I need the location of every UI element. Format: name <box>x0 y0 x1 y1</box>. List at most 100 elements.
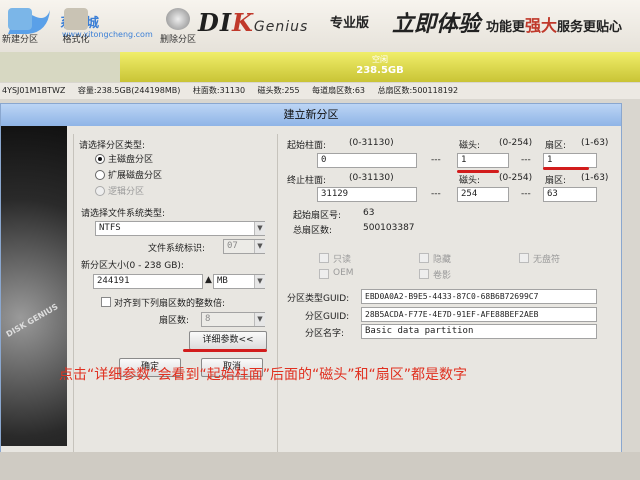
radio-extended[interactable] <box>95 170 105 180</box>
dash-separator: --- <box>521 189 531 199</box>
start-cylinder-range: (0-31130) <box>349 138 394 148</box>
total-sectors-label: 总扇区数: <box>293 226 333 236</box>
disk-info-bar: 4YSJ01M1BTWZ 容量:238.5GB(244198MB) 柱面数:31… <box>0 83 640 99</box>
delete-partition-button[interactable]: 删除分区 <box>160 8 196 45</box>
free-space-size: 238.5GB <box>356 65 404 76</box>
fs-type-value: NTFS <box>99 223 121 233</box>
oem-checkbox[interactable] <box>319 269 329 279</box>
sector-count-label: 扇区数: <box>159 316 190 326</box>
radio-logical[interactable] <box>95 186 105 196</box>
fs-id-value: 07 <box>227 241 238 251</box>
start-lba-value: 63 <box>363 208 375 218</box>
end-head-value: 254 <box>461 189 478 199</box>
part-name-field[interactable]: Basic data partition <box>361 324 597 339</box>
type-guid-label: 分区类型GUID: <box>287 294 350 304</box>
radio-logical-label: 逻辑分区 <box>108 187 145 197</box>
sector-count-value: 8 <box>205 314 211 324</box>
slogan: 立即体验 <box>392 11 481 37</box>
format-icon <box>64 8 88 30</box>
dash-separator: --- <box>431 189 441 199</box>
free-space-block[interactable]: 空闲 238.5GB <box>120 52 640 82</box>
disk-total-sectors: 总扇区数:500118192 <box>377 86 459 95</box>
end-cylinder-value: 31129 <box>321 189 349 199</box>
shadow-copy-checkbox[interactable] <box>419 269 429 279</box>
disk-heads: 磁头数:255 <box>257 86 300 95</box>
red-underline-mark <box>543 167 589 170</box>
divider <box>73 134 74 454</box>
chevron-down-icon: ▼ <box>254 240 265 253</box>
disk-capacity: 容量:238.5GB(244198MB) <box>77 86 181 95</box>
radio-primary-label: 主磁盘分区 <box>108 155 154 165</box>
chevron-down-icon: ▼ <box>254 313 265 326</box>
size-input[interactable]: 244191 <box>93 274 203 289</box>
align-label: 对齐到下列扇区数的整数倍: <box>114 299 226 309</box>
new-partition-dialog: 建立新分区 DISK GENIUS 请选择分区类型: 主磁盘分区 扩展磁盘分区 … <box>0 103 622 477</box>
sector-label: 扇区: <box>545 176 567 186</box>
app-toolbar: 系统城 www.xitongcheng.com 新建分区 格式化 删除分区 DI… <box>0 0 640 53</box>
dash-separator: --- <box>431 155 441 165</box>
sector-range: (1-63) <box>581 173 609 183</box>
start-head-input[interactable]: 1 <box>457 153 509 168</box>
hard-disk-image: DISK GENIUS <box>1 126 67 446</box>
chevron-down-icon: ▼ <box>254 275 265 288</box>
start-sector-value: 1 <box>547 155 553 165</box>
end-cylinder-range: (0-31130) <box>349 173 394 183</box>
dash-separator: --- <box>521 155 531 165</box>
no-drive-letter-label: 无盘符 <box>533 255 561 265</box>
hidden-label: 隐藏 <box>433 255 452 265</box>
head-range: (0-254) <box>499 173 533 183</box>
start-cylinder-label: 起始柱面: <box>287 141 327 151</box>
radio-extended-label: 扩展磁盘分区 <box>108 171 163 181</box>
disk-cylinders: 柱面数:31130 <box>192 86 246 95</box>
sector-range: (1-63) <box>581 138 609 148</box>
oem-label: OEM <box>333 268 354 278</box>
start-lba-label: 起始扇区号: <box>293 211 342 221</box>
delete-partition-icon <box>166 8 190 30</box>
part-name-label: 分区名字: <box>305 329 345 339</box>
part-guid-value: 28B5ACDA-F77E-4E7D-91EF-AFE88BEF2AEB <box>365 310 539 319</box>
readonly-checkbox[interactable] <box>319 253 329 263</box>
head-label: 磁头: <box>459 141 481 151</box>
readonly-label: 只读 <box>333 255 352 265</box>
size-label: 新分区大小(0 - 238 GB): <box>81 261 184 271</box>
end-cylinder-input[interactable]: 31129 <box>317 187 417 202</box>
promo-tagline: 功能更强大服务更贴心 <box>486 16 623 35</box>
size-stepper-icon: ▲ <box>205 275 212 285</box>
no-drive-letter-checkbox[interactable] <box>519 253 529 263</box>
start-cylinder-input[interactable]: 0 <box>317 153 417 168</box>
head-label: 磁头: <box>459 176 481 186</box>
disk-sectors-per-track: 每道扇区数:63 <box>312 86 366 95</box>
new-partition-button[interactable]: 新建分区 <box>2 8 39 45</box>
tutorial-annotation: 点击“详细参数”会看到“起始柱面”后面的“磁头”和“扇区”都是数字 <box>59 367 468 383</box>
new-partition-label: 新建分区 <box>2 35 39 45</box>
start-cylinder-value: 0 <box>321 155 327 165</box>
type-guid-field[interactable]: EBD0A0A2-B9E5-4433-87C0-68B6B72699C7 <box>361 289 597 304</box>
divider <box>277 134 278 454</box>
head-range: (0-254) <box>499 138 533 148</box>
taskbar <box>0 452 640 480</box>
details-button[interactable]: 详细参数<< <box>189 331 267 350</box>
fs-type-label: 请选择文件系统类型: <box>81 209 166 219</box>
red-underline-mark <box>183 349 267 352</box>
radio-primary[interactable] <box>95 154 105 164</box>
start-head-value: 1 <box>461 155 467 165</box>
format-label: 格式化 <box>62 35 90 45</box>
size-value: 244191 <box>97 276 130 286</box>
end-sector-input[interactable]: 63 <box>543 187 597 202</box>
new-partition-icon <box>8 8 32 30</box>
partition-type-label: 请选择分区类型: <box>79 141 146 151</box>
fs-id-label: 文件系统标识: <box>148 244 206 254</box>
end-head-input[interactable]: 254 <box>457 187 509 202</box>
end-cylinder-label: 终止柱面: <box>287 176 327 186</box>
dialog-title: 建立新分区 <box>1 104 621 126</box>
align-checkbox[interactable] <box>101 297 111 307</box>
shadow-copy-label: 卷影 <box>433 271 452 281</box>
size-unit-value: MB <box>217 276 228 286</box>
hidden-checkbox[interactable] <box>419 253 429 263</box>
disk-model: 4YSJ01M1BTWZ <box>2 86 66 95</box>
edition-label: 专业版 <box>330 16 370 31</box>
fs-type-select[interactable]: NTFS <box>95 221 265 236</box>
part-guid-field[interactable]: 28B5ACDA-F77E-4E7D-91EF-AFE88BEF2AEB <box>361 307 597 322</box>
format-button[interactable]: 格式化 <box>58 8 94 45</box>
start-sector-input[interactable]: 1 <box>543 153 597 168</box>
